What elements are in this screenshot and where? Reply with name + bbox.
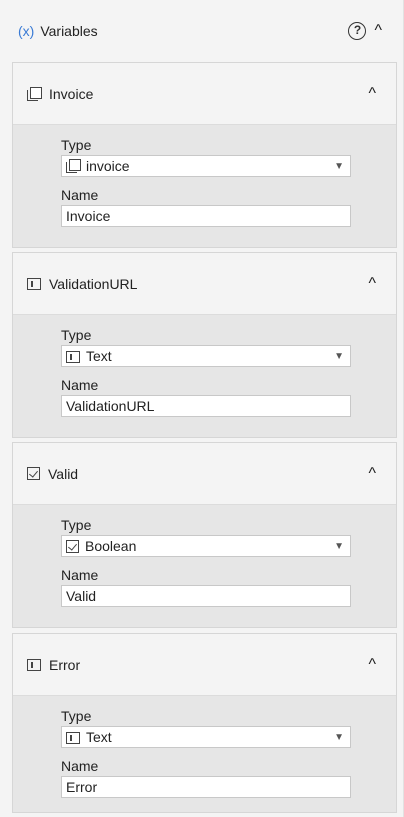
type-select[interactable]: Text ▼ <box>61 345 351 367</box>
name-input[interactable]: Valid <box>61 585 351 607</box>
checkbox-icon <box>66 539 79 553</box>
collapse-icon[interactable]: ^ <box>368 275 376 293</box>
variable-card-body: Type invoice ▼ Name Invoice <box>13 125 396 227</box>
variable-card-error: Error ^ Type Text ▼ Name Error <box>12 633 397 813</box>
type-label: Type <box>61 708 92 724</box>
type-select[interactable]: invoice ▼ <box>61 155 351 177</box>
panel-title: Variables <box>40 23 98 39</box>
variable-card-invoice: Invoice ^ Type invoice ▼ Name Invoice <box>12 62 397 248</box>
dropdown-arrow-icon[interactable]: ▼ <box>334 541 344 552</box>
name-label: Name <box>61 187 99 203</box>
variable-title: Invoice <box>49 85 94 102</box>
collapse-icon[interactable]: ^ <box>368 465 376 483</box>
type-label: Type <box>61 327 92 343</box>
header-actions: ? ^ <box>348 22 382 40</box>
help-icon[interactable]: ? <box>348 22 367 40</box>
text-icon <box>66 350 80 363</box>
variable-title: Error <box>49 656 81 673</box>
dropdown-arrow-icon[interactable]: ▼ <box>334 732 344 743</box>
text-icon <box>66 731 80 744</box>
variable-card-valid: Valid ^ Type Boolean ▼ Name Valid <box>12 442 397 628</box>
variable-card-body: Type Boolean ▼ Name Valid <box>13 505 396 607</box>
type-label: Type <box>61 137 92 153</box>
variable-card-header[interactable]: Error ^ <box>13 634 396 696</box>
collapse-icon[interactable]: ^ <box>368 85 376 103</box>
variable-title: ValidationURL <box>49 275 138 292</box>
name-input[interactable]: Error <box>61 776 351 798</box>
object-icon <box>66 159 81 173</box>
variables-icon: (x) <box>18 23 35 39</box>
variable-card-header[interactable]: Valid ^ <box>13 443 396 505</box>
variable-card-validationurl: ValidationURL ^ Type Text ▼ Name Validat… <box>12 252 397 438</box>
panel-header: (x) Variables ? ^ <box>0 0 404 62</box>
object-icon <box>27 86 42 101</box>
name-label: Name <box>61 567 99 583</box>
type-select-value: invoice <box>86 158 130 174</box>
variable-card-header[interactable]: ValidationURL ^ <box>13 253 396 315</box>
type-label: Type <box>61 517 92 533</box>
dropdown-arrow-icon[interactable]: ▼ <box>334 161 344 172</box>
collapse-icon[interactable]: ^ <box>368 656 376 674</box>
name-input[interactable]: ValidationURL <box>61 395 351 417</box>
name-label: Name <box>61 758 99 774</box>
name-label: Name <box>61 377 99 393</box>
type-select-value: Text <box>86 348 112 364</box>
variables-panel: (x) Variables ? ^ Invoice ^ Type invoice… <box>0 0 404 817</box>
text-icon <box>27 278 41 290</box>
type-select-value: Boolean <box>85 538 137 554</box>
name-input[interactable]: Invoice <box>61 205 351 227</box>
type-select[interactable]: Text ▼ <box>61 726 351 748</box>
collapse-panel-icon[interactable]: ^ <box>374 23 382 39</box>
type-select-value: Text <box>86 729 112 745</box>
variable-card-body: Type Text ▼ Name ValidationURL <box>13 315 396 417</box>
variable-card-body: Type Text ▼ Name Error <box>13 696 396 798</box>
dropdown-arrow-icon[interactable]: ▼ <box>334 351 344 362</box>
variable-card-header[interactable]: Invoice ^ <box>13 63 396 125</box>
text-icon <box>27 659 41 671</box>
variable-title: Valid <box>48 465 79 482</box>
type-select[interactable]: Boolean ▼ <box>61 535 351 557</box>
checkbox-icon <box>27 467 40 480</box>
